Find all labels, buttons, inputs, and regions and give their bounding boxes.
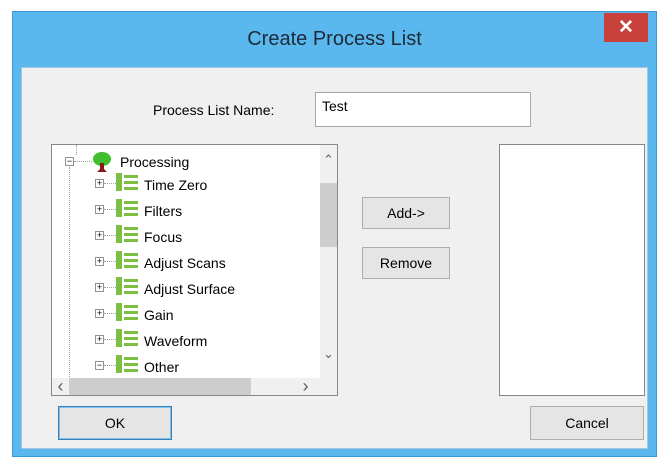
tree-connector xyxy=(104,209,116,210)
tree-item-label: Waveform xyxy=(144,333,208,349)
tree-item-label: Adjust Scans xyxy=(144,255,226,271)
tree-root-icon xyxy=(93,152,111,172)
title-bar[interactable]: Create Process List ✕ xyxy=(13,12,656,66)
tree-node-icon xyxy=(116,199,138,217)
tree-connector xyxy=(104,287,116,288)
ok-button[interactable]: OK xyxy=(58,406,172,440)
expand-icon[interactable]: + xyxy=(95,283,104,292)
tree-connector xyxy=(104,183,116,184)
add-button[interactable]: Add-> xyxy=(362,197,450,229)
tree-root-label[interactable]: Processing xyxy=(120,154,189,170)
tree-node-icon xyxy=(116,173,138,191)
scroll-right-icon[interactable]: › xyxy=(297,377,314,395)
process-list-name-label: Process List Name: xyxy=(153,102,275,118)
tree-connector xyxy=(76,145,77,155)
tree-item-label: Focus xyxy=(144,229,183,245)
remove-button[interactable]: Remove xyxy=(362,247,450,279)
selected-process-list[interactable] xyxy=(499,144,645,396)
tree-item-label: Adjust Surface xyxy=(144,281,236,297)
collapse-icon[interactable]: − xyxy=(95,361,104,370)
window-title: Create Process List xyxy=(247,28,422,50)
collapse-icon[interactable]: − xyxy=(65,157,74,166)
tree-connector xyxy=(104,365,116,366)
tree-node-icon xyxy=(116,303,138,321)
close-button[interactable]: ✕ xyxy=(604,13,648,42)
tree-node-icon xyxy=(116,251,138,269)
tree-connector xyxy=(104,339,116,340)
tree-item-label: Gain xyxy=(144,307,174,323)
expand-icon[interactable]: + xyxy=(95,231,104,240)
expand-icon[interactable]: + xyxy=(95,257,104,266)
tree-node-icon xyxy=(116,277,138,295)
horizontal-scrollbar[interactable]: ‹ › xyxy=(52,377,320,395)
close-icon: ✕ xyxy=(618,17,634,38)
dialog-client-area: Process List Name: Test − Processing + T… xyxy=(21,67,648,449)
tree-node-icon xyxy=(116,355,138,373)
expand-icon[interactable]: + xyxy=(95,309,104,318)
expand-icon[interactable]: + xyxy=(95,179,104,188)
scroll-up-icon[interactable]: ⌃ xyxy=(320,151,337,168)
tree-connector xyxy=(104,261,116,262)
scroll-down-icon[interactable]: ⌄ xyxy=(320,345,337,362)
dialog-window: Create Process List ✕ Process List Name:… xyxy=(12,11,657,457)
tree-item-label: Filters xyxy=(144,203,183,219)
vertical-scroll-thumb[interactable] xyxy=(320,183,337,247)
scrollbar-corner xyxy=(320,378,337,395)
expand-icon[interactable]: + xyxy=(95,335,104,344)
vertical-scrollbar[interactable]: ⌃ ⌄ xyxy=(320,145,337,378)
expand-icon[interactable]: + xyxy=(95,205,104,214)
tree-item-label: Time Zero xyxy=(144,177,208,193)
scroll-left-icon[interactable]: ‹ xyxy=(52,377,69,395)
tree-node-icon xyxy=(116,329,138,347)
tree-node-icon xyxy=(116,225,138,243)
tree-connector xyxy=(104,235,116,236)
process-tree[interactable]: − Processing + Time Zero + Filters + Foc… xyxy=(51,144,338,396)
tree-item-label: Other xyxy=(144,359,180,375)
tree-connector xyxy=(69,167,70,377)
process-list-name-input[interactable]: Test xyxy=(315,92,531,127)
tree-connector xyxy=(104,313,116,314)
horizontal-scroll-thumb[interactable] xyxy=(69,378,251,395)
cancel-button[interactable]: Cancel xyxy=(530,406,644,440)
tree-connector xyxy=(74,161,92,162)
